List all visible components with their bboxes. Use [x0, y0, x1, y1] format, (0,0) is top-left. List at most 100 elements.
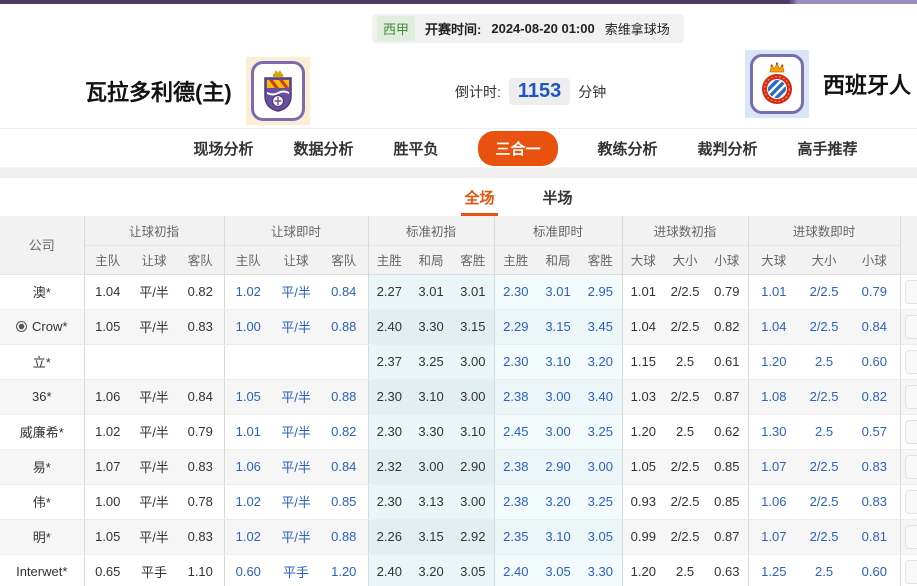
home-team: 瓦拉多利德(主) [85, 57, 310, 125]
nav-tab-5[interactable]: 教练分析 [598, 138, 658, 159]
row-action-button[interactable] [904, 559, 917, 584]
row-action-button[interactable] [904, 454, 917, 479]
nav-tab-3[interactable]: 胜平负 [393, 138, 438, 159]
row-action-button[interactable] [904, 279, 917, 304]
period-tab-2[interactable]: 半场 [540, 187, 576, 216]
odds-subheader: 和局 [410, 245, 453, 275]
odds-cell: 3.15 [537, 309, 580, 345]
odds-cell: 1.20 [622, 554, 665, 586]
odds-cell: 3.01 [537, 274, 580, 310]
odds-cell: 3.20 [410, 554, 453, 586]
odds-cell: 2/2.5 [799, 379, 850, 415]
odds-cell [320, 344, 369, 380]
row-action-button[interactable] [904, 314, 917, 339]
odds-cell: 0.60 [224, 554, 273, 586]
odds-cell: 2.90 [537, 449, 580, 485]
match-header: 西甲 开赛时间: 2024-08-20 01:00 索维拿球场 瓦拉多利德(主) [0, 4, 917, 128]
odds-cell: 2/2.5 [664, 309, 707, 345]
odds-cell: 3.25 [579, 484, 623, 520]
nav-items: 现场分析 数据分析 胜平负 三合一 教练分析 裁判分析 高手推荐 [193, 130, 858, 166]
analysis-navbar: 现场分析 数据分析 胜平负 三合一 教练分析 裁判分析 高手推荐 [0, 128, 917, 168]
row-action-button[interactable] [904, 419, 917, 444]
odds-cell: 2.5 [664, 344, 707, 380]
odds-cell: 0.83 [177, 519, 225, 555]
odds-subheader: 主队 [224, 245, 273, 275]
clipped-cell [900, 344, 917, 380]
odds-cell: 0.82 [849, 379, 901, 415]
odds-cell: 3.20 [579, 344, 623, 380]
clipped-cell [900, 554, 917, 586]
nav-tab-6[interactable]: 裁判分析 [698, 138, 758, 159]
countdown-unit: 分钟 [578, 83, 607, 100]
odds-cell: 3.05 [537, 554, 580, 586]
company-cell: 36* [0, 379, 85, 415]
odds-cell: 1.01 [622, 274, 665, 310]
odds-cell: 3.45 [579, 309, 623, 345]
odds-cell: 1.25 [748, 554, 800, 586]
clipped-cell [900, 484, 917, 520]
row-action-button[interactable] [904, 524, 917, 549]
odds-subheader: 让球 [131, 245, 177, 275]
odds-cell: 0.82 [706, 309, 749, 345]
odds-group-header: 进球数初指 [622, 216, 749, 246]
odds-cell [224, 344, 273, 380]
period-tab-1[interactable]: 全场 [461, 187, 498, 216]
odds-cell: 2.38 [494, 449, 538, 485]
odds-cell: 2/2.5 [664, 274, 707, 310]
clipped-cell [900, 379, 917, 415]
row-action-button[interactable] [904, 384, 917, 409]
odds-cell: 1.03 [622, 379, 665, 415]
odds-cell: 2.27 [368, 274, 411, 310]
nav-tab-4[interactable]: 三合一 [478, 130, 558, 166]
odds-cell: 0.84 [320, 274, 369, 310]
odds-cell: 1.15 [622, 344, 665, 380]
odds-cell: 2.32 [368, 449, 411, 485]
odds-cell: 2/2.5 [664, 379, 707, 415]
table-subheader-row: 主队 让球 客队 主队 让球 客队 主胜 和局 客胜 主胜 和局 客胜 大球 大小 小球 大球 大小 小球 [0, 245, 917, 275]
company-cell: 威廉希* [0, 414, 85, 450]
odds-cell: 2.35 [494, 519, 538, 555]
clipped-cell [900, 414, 917, 450]
odds-cell: 1.04 [748, 309, 800, 345]
odds-cell: 1.20 [748, 344, 800, 380]
odds-cell: 2.90 [452, 449, 495, 485]
home-crest-icon [250, 61, 305, 121]
odds-cell: 0.60 [849, 344, 901, 380]
odds-cell: 3.00 [537, 414, 580, 450]
odds-cell: 3.10 [537, 344, 580, 380]
odds-row: 明* 1.05 平/半 0.83 1.02 平/半 0.88 2.26 3.15 2.92 2.35… [0, 519, 917, 555]
odds-cell: 0.81 [849, 519, 901, 555]
odds-cell: 3.30 [410, 414, 453, 450]
company-cell: 明* [0, 519, 85, 555]
away-team-logo [745, 50, 809, 118]
odds-cell: 1.04 [84, 274, 131, 310]
odds-cell: 0.88 [320, 309, 369, 345]
odds-cell: 0.84 [320, 449, 369, 485]
odds-cell: 2/2.5 [799, 484, 850, 520]
row-action-button[interactable] [904, 489, 917, 514]
odds-cell: 1.02 [224, 484, 273, 520]
odds-cell: 2.5 [664, 554, 707, 586]
odds-cell: 3.01 [452, 274, 495, 310]
odds-cell: 1.08 [748, 379, 800, 415]
odds-subheader: 大小 [799, 245, 850, 275]
nav-tab-7[interactable]: 高手推荐 [798, 138, 858, 159]
odds-cell: 1.01 [748, 274, 800, 310]
odds-cell: 3.00 [410, 449, 453, 485]
odds-cell: 0.63 [706, 554, 749, 586]
odds-cell: 1.02 [84, 414, 131, 450]
odds-cell: 2/2.5 [664, 449, 707, 485]
row-action-button[interactable] [904, 349, 917, 374]
odds-cell: 0.79 [706, 274, 749, 310]
company-cell: 易* [0, 449, 85, 485]
nav-tab-2[interactable]: 数据分析 [293, 138, 353, 159]
nav-tab-1[interactable]: 现场分析 [193, 138, 253, 159]
odds-cell: 1.07 [748, 449, 800, 485]
odds-cell: 2.30 [368, 484, 411, 520]
odds-subheader: 客胜 [452, 245, 495, 275]
odds-subheader: 客队 [320, 245, 369, 275]
odds-subheader: 大球 [748, 245, 800, 275]
odds-cell: 1.07 [84, 449, 131, 485]
odds-cell: 平/半 [131, 484, 177, 520]
company-cell: Crow* [0, 309, 85, 345]
